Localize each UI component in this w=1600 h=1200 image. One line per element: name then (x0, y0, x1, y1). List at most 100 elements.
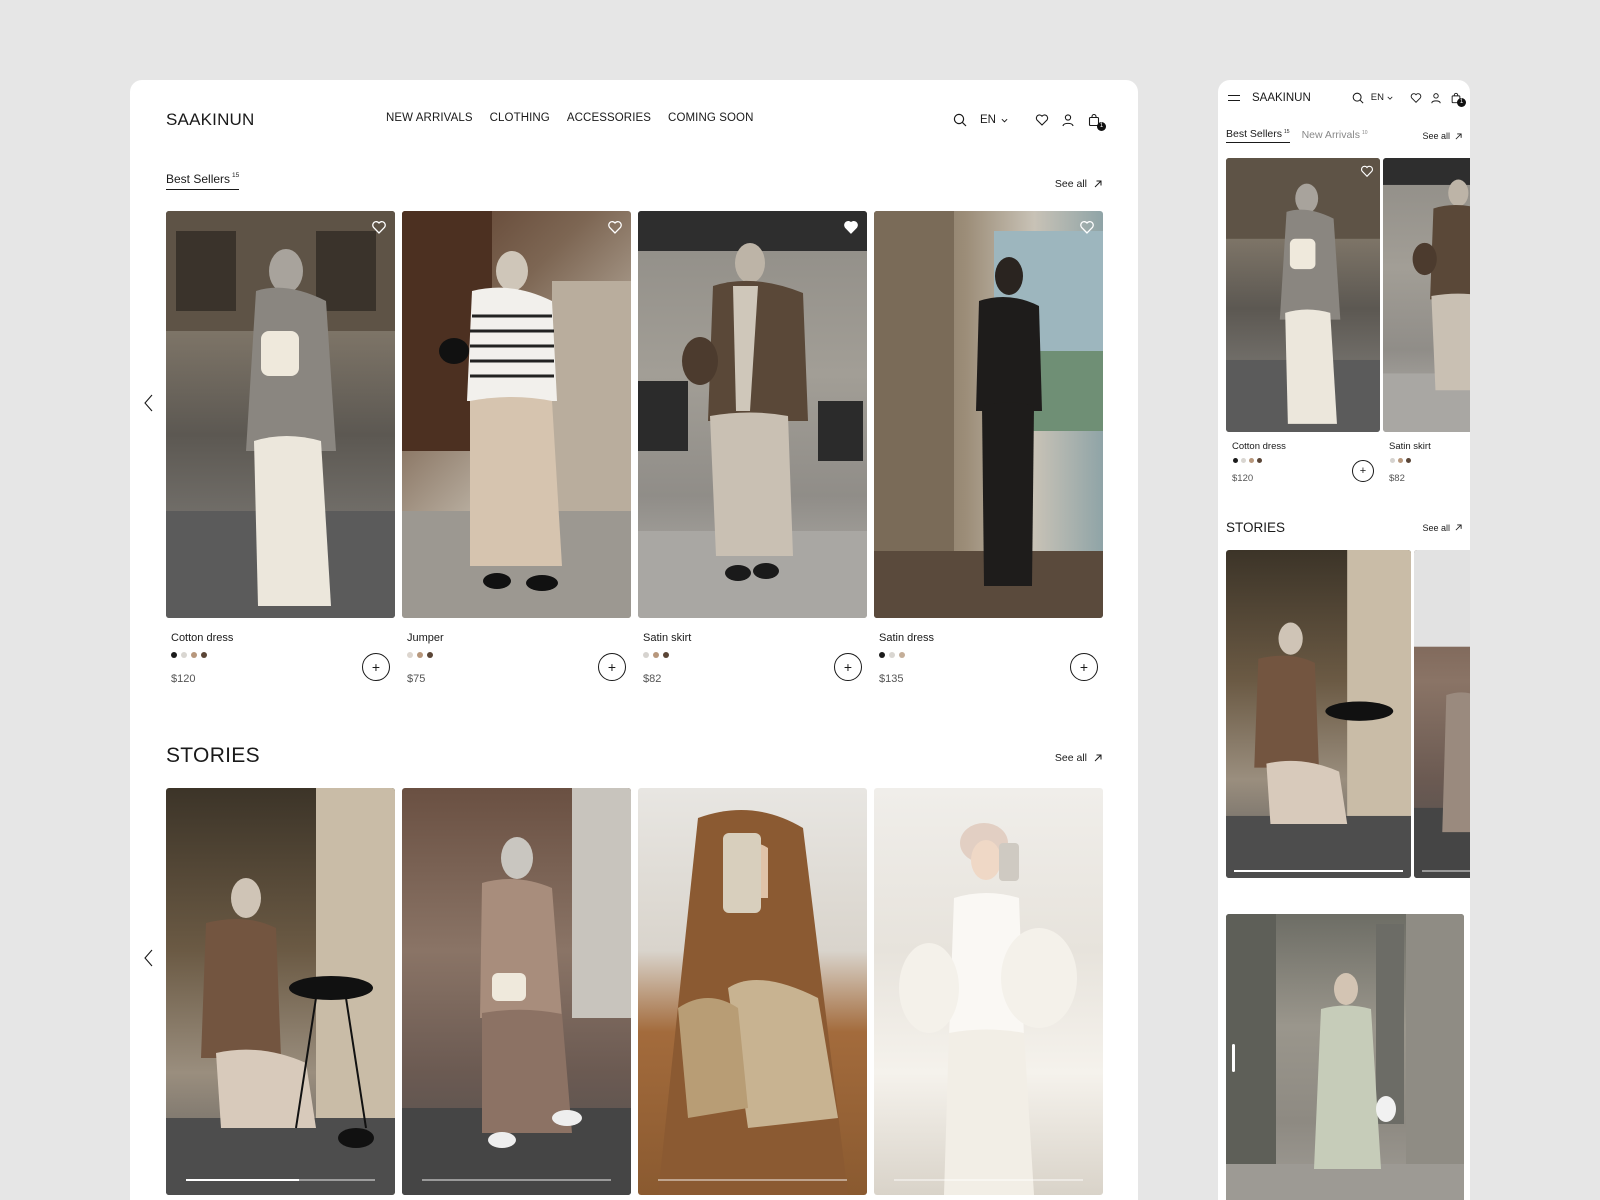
color-swatch[interactable] (1233, 458, 1238, 463)
see-all-label: See all (1054, 178, 1087, 190)
add-to-cart-button[interactable]: + (598, 653, 626, 681)
story-image (1226, 914, 1464, 1200)
color-swatch[interactable] (1257, 458, 1262, 463)
product-photo[interactable] (166, 211, 395, 618)
search-icon[interactable] (1352, 91, 1365, 104)
color-swatch[interactable] (1249, 458, 1254, 463)
product-name[interactable]: Satin skirt (643, 632, 867, 644)
color-swatches (171, 652, 395, 658)
story-progress (894, 1179, 1083, 1181)
stories-prev-arrow[interactable] (142, 948, 156, 968)
product-card[interactable]: Satin dress $135 + (874, 211, 1103, 685)
add-to-cart-button[interactable]: + (1352, 459, 1374, 482)
product-name[interactable]: Jumper (407, 632, 631, 644)
story-card[interactable] (1414, 550, 1470, 878)
product-price: $75 (407, 673, 426, 685)
tab-best-sellers-label: Best Sellers (1226, 128, 1283, 140)
color-swatch[interactable] (171, 652, 177, 658)
product-footer: $82 (1383, 465, 1470, 484)
color-swatch[interactable] (899, 652, 905, 658)
product-price: $135 (879, 673, 904, 685)
story-card[interactable] (874, 788, 1103, 1195)
language-label: EN (980, 114, 996, 126)
color-swatch[interactable] (201, 652, 207, 658)
product-name[interactable]: Cotton dress (171, 632, 395, 644)
color-swatches (1390, 458, 1470, 463)
product-price: $120 (171, 673, 196, 685)
product-photo[interactable] (402, 211, 631, 618)
user-icon[interactable] (1429, 91, 1442, 104)
heart-icon (372, 221, 386, 234)
color-swatch[interactable] (417, 652, 423, 658)
color-swatch[interactable] (407, 652, 413, 658)
color-swatch[interactable] (879, 652, 885, 658)
tab-best-sellers[interactable]: Best Sellers 15 (1226, 128, 1290, 143)
nav-new-arrivals[interactable]: NEW ARRIVALS (386, 112, 473, 124)
nav-accessories[interactable]: ACCESSORIES (567, 112, 651, 124)
product-name[interactable]: Cotton dress (1232, 441, 1380, 452)
color-swatch[interactable] (1390, 458, 1395, 463)
story-card[interactable] (402, 788, 631, 1195)
color-swatch[interactable] (1398, 458, 1403, 463)
tab-new-arrivals[interactable]: New Arrivals 10 (1302, 129, 1368, 143)
mobile-stories-see-all[interactable]: See all (1422, 523, 1462, 533)
mobile-brand-logo[interactable]: SAAKINUN (1252, 92, 1311, 104)
story-card[interactable] (1226, 550, 1411, 878)
mobile-language-selector[interactable]: EN (1371, 92, 1393, 103)
heart-icon[interactable] (1409, 91, 1422, 104)
brand-logo[interactable]: SAAKINUN (166, 110, 255, 130)
shopping-bag-icon[interactable]: 1 (1086, 112, 1106, 131)
product-card[interactable]: Jumper $75 + (402, 211, 631, 685)
product-name[interactable]: Satin skirt (1389, 441, 1470, 452)
product-card[interactable]: Cotton dress $120 + (1226, 158, 1380, 484)
product-photo[interactable] (874, 211, 1103, 618)
hamburger-menu-icon[interactable] (1226, 90, 1242, 106)
add-to-cart-button[interactable]: + (1070, 653, 1098, 681)
color-swatch[interactable] (191, 652, 197, 658)
add-to-cart-button[interactable]: + (362, 653, 390, 681)
color-swatches (407, 652, 631, 658)
best-sellers-see-all[interactable]: See all (1055, 178, 1102, 190)
story-card[interactable] (166, 788, 395, 1195)
chevron-down-icon (1387, 96, 1393, 100)
products-prev-arrow[interactable] (142, 393, 156, 413)
product-photo[interactable] (1383, 158, 1470, 432)
mobile-story-feature[interactable] (1226, 914, 1464, 1200)
shopping-bag-icon[interactable]: 1 (1449, 91, 1466, 107)
stories-see-all[interactable]: See all (1055, 752, 1102, 768)
heart-icon (608, 221, 622, 234)
color-swatch[interactable] (1241, 458, 1246, 463)
search-icon[interactable] (952, 112, 968, 128)
nav-clothing[interactable]: CLOTHING (490, 112, 550, 124)
color-swatch[interactable] (181, 652, 187, 658)
story-image (1226, 550, 1411, 878)
tab-best-sellers[interactable]: Best Sellers 15 (166, 172, 240, 190)
product-card[interactable]: Satin skirt $82 (1383, 158, 1470, 484)
product-name[interactable]: Satin dress (879, 632, 1103, 644)
color-swatch[interactable] (889, 652, 895, 658)
story-progress (186, 1179, 375, 1181)
stories-header: STORIES See all (166, 744, 1102, 768)
product-footer: $120 + (166, 653, 395, 685)
stories-title: STORIES (166, 744, 260, 767)
color-swatch[interactable] (1406, 458, 1411, 463)
story-card[interactable] (638, 788, 867, 1195)
mobile-stories-header: STORIES See all (1226, 520, 1462, 535)
nav-coming-soon[interactable]: COMING SOON (668, 112, 753, 124)
color-swatch[interactable] (663, 652, 669, 658)
main-nav: NEW ARRIVALS CLOTHING ACCESSORIES COMING… (386, 112, 753, 124)
color-swatch[interactable] (643, 652, 649, 658)
color-swatch[interactable] (427, 652, 433, 658)
color-swatch[interactable] (653, 652, 659, 658)
product-photo[interactable] (638, 211, 867, 618)
mobile-see-all[interactable]: See all (1422, 131, 1462, 141)
product-card[interactable]: Cotton dress $120 + (166, 211, 395, 685)
product-card[interactable]: Satin skirt $82 + (638, 211, 867, 685)
heart-icon[interactable] (1034, 112, 1050, 128)
best-sellers-header: Best Sellers 15 See all (166, 172, 1102, 190)
language-selector[interactable]: EN (980, 114, 1008, 126)
story-progress (1422, 870, 1470, 872)
add-to-cart-button[interactable]: + (834, 653, 862, 681)
product-photo[interactable] (1226, 158, 1380, 432)
user-icon[interactable] (1060, 112, 1076, 128)
